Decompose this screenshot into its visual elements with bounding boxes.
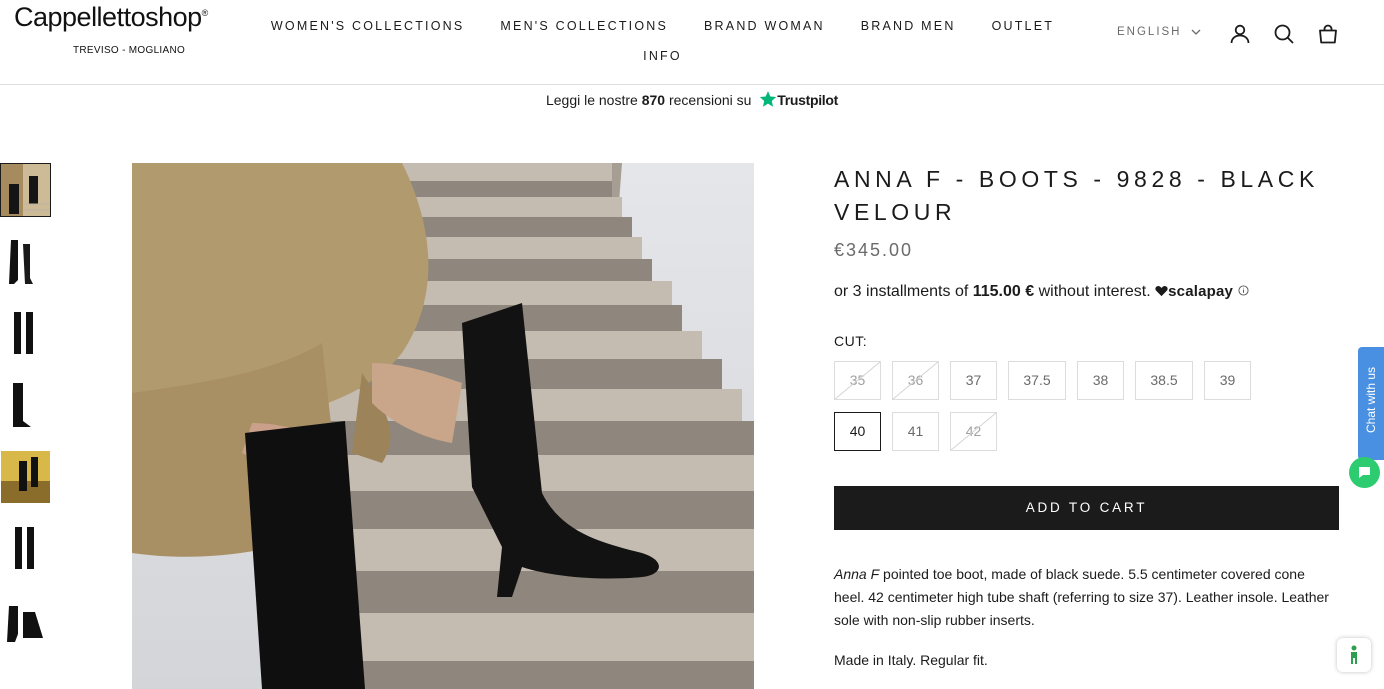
size-label: 38 — [1092, 372, 1109, 388]
size-option-40[interactable]: 40 — [834, 412, 881, 451]
nav-info[interactable]: INFO — [643, 41, 682, 71]
chat-with-us-tab[interactable]: Chat with us — [1358, 347, 1384, 460]
trustpilot-banner[interactable]: Leggi le nostre 870 recensioni su Trustp… — [0, 86, 1384, 114]
thumbnail-2[interactable] — [1, 236, 50, 288]
chat-label: Chat with us — [1364, 366, 1378, 434]
size-option-35[interactable]: 35 — [834, 361, 881, 400]
installments-suffix: without interest. — [1038, 283, 1151, 300]
size-option-39[interactable]: 39 — [1204, 361, 1251, 400]
review-count: 870 — [641, 92, 666, 108]
nav-brand-woman[interactable]: BRAND WOMAN — [704, 11, 825, 41]
accessibility-widget[interactable] — [1337, 638, 1371, 672]
trustpilot-label: Trustpilot — [777, 92, 839, 108]
installment-amount: 115.00 € — [972, 283, 1035, 300]
size-option-38-5[interactable]: 38.5 — [1135, 361, 1193, 400]
nav-brand-men[interactable]: BRAND MEN — [861, 11, 956, 41]
bag-icon[interactable] — [1316, 22, 1340, 46]
unavailable-strike — [893, 362, 938, 399]
logo[interactable]: Cappellettoshop® TREVISO - MOGLIANO — [14, 2, 208, 56]
nav-outlet[interactable]: OUTLET — [992, 11, 1055, 41]
product-price: €345.00 — [834, 240, 914, 260]
account-icon[interactable] — [1228, 22, 1252, 46]
trust-prefix: Leggi le nostre — [545, 92, 638, 108]
thumbnail-4[interactable] — [1, 379, 50, 431]
size-option-36[interactable]: 36 — [892, 361, 939, 400]
add-to-cart-button[interactable]: ADD TO CART — [834, 486, 1339, 530]
scalapay-logo: scalapay — [1168, 283, 1234, 300]
chevron-down-icon — [1191, 29, 1201, 35]
cut-label: CUT: — [834, 333, 868, 349]
thumbnail-7[interactable] — [1, 596, 50, 648]
size-option-42[interactable]: 42 — [950, 412, 997, 451]
heart-icon — [1155, 286, 1168, 297]
logo-tagline: TREVISO - MOGLIANO — [73, 45, 186, 56]
size-option-41[interactable]: 41 — [892, 412, 939, 451]
product-description: Anna F pointed toe boot, made of black s… — [834, 563, 1334, 632]
site-header: Cappellettoshop® TREVISO - MOGLIANO WOME… — [0, 0, 1384, 85]
thumbnail-3[interactable] — [1, 308, 50, 360]
description-product-name: Anna F — [834, 566, 880, 582]
trust-suffix: recensioni su — [668, 92, 752, 108]
search-icon[interactable] — [1272, 22, 1296, 46]
size-option-37-5[interactable]: 37.5 — [1008, 361, 1066, 400]
installments-prefix: or 3 installments of — [834, 283, 969, 300]
trustpilot-star-icon — [760, 91, 777, 107]
accessibility-icon — [1351, 645, 1357, 664]
logo-wordmark: Cappellettoshop® — [14, 2, 208, 32]
info-icon[interactable] — [1238, 285, 1249, 296]
thumbnail-6[interactable] — [1, 523, 50, 575]
nav-womens-collections[interactable]: WOMEN'S COLLECTIONS — [271, 11, 465, 41]
main-nav: WOMEN'S COLLECTIONS MEN'S COLLECTIONS BRAN… — [240, 11, 1085, 71]
language-label: ENGLISH — [1117, 26, 1182, 38]
size-label: 37.5 — [1023, 372, 1051, 388]
thumbnail-1[interactable] — [0, 163, 51, 217]
unavailable-strike — [835, 362, 880, 399]
size-label: 38.5 — [1150, 372, 1178, 388]
size-option-37[interactable]: 37 — [950, 361, 997, 400]
size-label: 41 — [907, 423, 924, 439]
description-text: pointed toe boot, made of black suede. 5… — [834, 566, 1329, 628]
made-in-info: Made in Italy. Regular fit. — [834, 652, 988, 668]
size-label: 37 — [965, 372, 982, 388]
unavailable-strike — [951, 413, 996, 450]
nav-mens-collections[interactable]: MEN'S COLLECTIONS — [500, 11, 668, 41]
size-label: 40 — [849, 423, 866, 439]
chat-bubble-icon[interactable] — [1349, 457, 1380, 488]
size-label: 39 — [1219, 372, 1236, 388]
product-title: ANNA F - BOOTS - 9828 - BLACK VELOUR — [834, 166, 1319, 225]
installments-info: or 3 installments of 115.00 € without in… — [834, 283, 1249, 301]
size-option-38[interactable]: 38 — [1077, 361, 1124, 400]
thumbnail-5[interactable] — [1, 451, 50, 503]
language-selector[interactable]: ENGLISH — [1117, 26, 1201, 38]
main-product-image[interactable] — [132, 163, 754, 689]
